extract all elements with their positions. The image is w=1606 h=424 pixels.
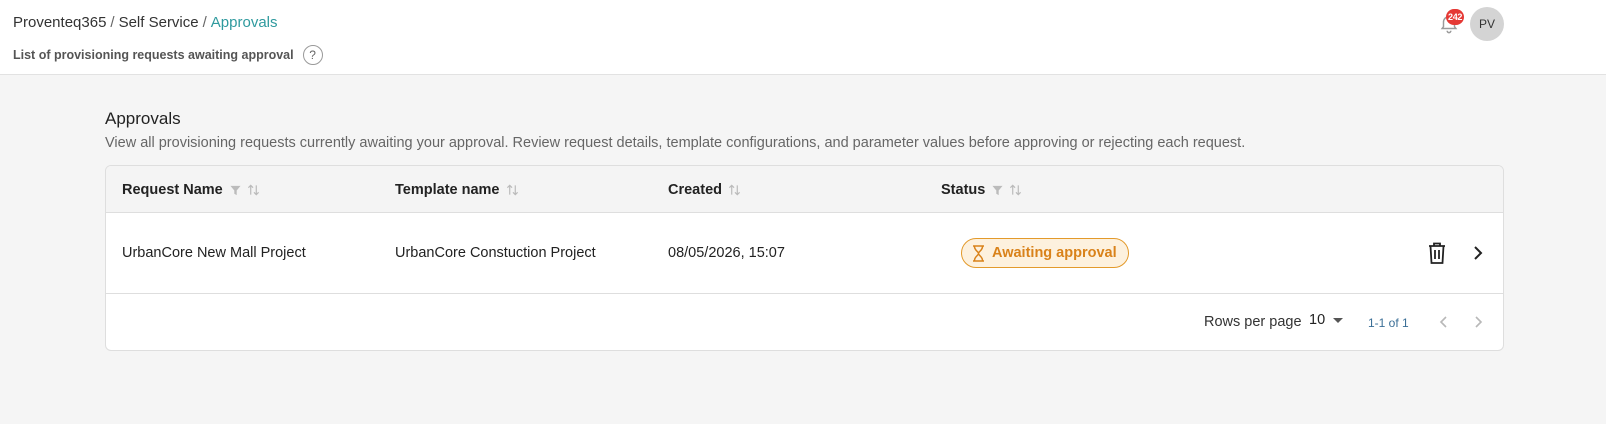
column-header-label: Created [668, 182, 722, 198]
cell-created: 08/05/2026, 15:07 [668, 245, 785, 261]
breadcrumb: Proventeq365/Self Service / Approvals [13, 14, 278, 31]
approvals-table: Request Name Template name Created Statu… [105, 165, 1504, 351]
chevron-right-icon[interactable] [1468, 243, 1488, 263]
column-header-status[interactable]: Status [941, 182, 1022, 198]
help-icon[interactable]: ? [302, 45, 323, 65]
sort-icon[interactable] [506, 183, 519, 197]
sort-icon[interactable] [728, 183, 741, 197]
breadcrumb-item-self-service[interactable]: Self Service [119, 14, 199, 31]
pagination: Rows per page 10 1-1 of 1 [106, 294, 1503, 350]
breadcrumb-separator: / [202, 14, 207, 31]
breadcrumb-separator: / [110, 14, 115, 31]
chevron-right-icon[interactable] [1470, 314, 1486, 330]
delete-icon[interactable] [1427, 241, 1447, 265]
page-subtitle-text: List of provisioning requests awaiting a… [13, 48, 294, 62]
pagination-range: 1-1 of 1 [1368, 316, 1409, 330]
filter-icon[interactable] [992, 185, 1003, 196]
avatar[interactable]: PV [1470, 7, 1504, 41]
status-badge: Awaiting approval [961, 238, 1129, 268]
column-header-template-name[interactable]: Template name [395, 182, 519, 198]
filter-icon[interactable] [230, 185, 241, 196]
cell-template-name: UrbanCore Constuction Project [395, 245, 596, 261]
rows-per-page-value: 10 [1309, 312, 1326, 328]
column-header-created[interactable]: Created [668, 182, 741, 198]
sort-icon[interactable] [1009, 183, 1022, 197]
top-bar: Proventeq365/Self Service / Approvals List… [0, 0, 1606, 75]
caret-down-icon [1333, 317, 1344, 323]
chevron-left-icon[interactable] [1436, 314, 1452, 330]
page-subtitle: List of provisioning requests awaiting a… [13, 45, 323, 65]
table-row[interactable]: UrbanCore New Mall Project UrbanCore Con… [106, 213, 1503, 294]
cell-request-name: UrbanCore New Mall Project [122, 245, 306, 261]
column-header-label: Request Name [122, 182, 223, 198]
column-header-label: Template name [395, 182, 500, 198]
column-header-request-name[interactable]: Request Name [122, 182, 260, 198]
rows-per-page-select[interactable]: 10 [1309, 312, 1344, 328]
breadcrumb-item-home[interactable]: Proventeq365 [13, 14, 106, 31]
rows-per-page-label: Rows per page [1204, 314, 1302, 330]
notification-badge: 242 [1446, 9, 1465, 25]
hourglass-icon [973, 244, 984, 262]
section-title: Approvals [105, 109, 181, 128]
status-label: Awaiting approval [992, 245, 1117, 261]
section-description: View all provisioning requests currently… [105, 135, 1246, 151]
breadcrumb-item-approvals: Approvals [210, 14, 278, 31]
table-header: Request Name Template name Created Statu… [106, 166, 1503, 213]
column-header-label: Status [941, 182, 986, 198]
sort-icon[interactable] [247, 183, 260, 197]
